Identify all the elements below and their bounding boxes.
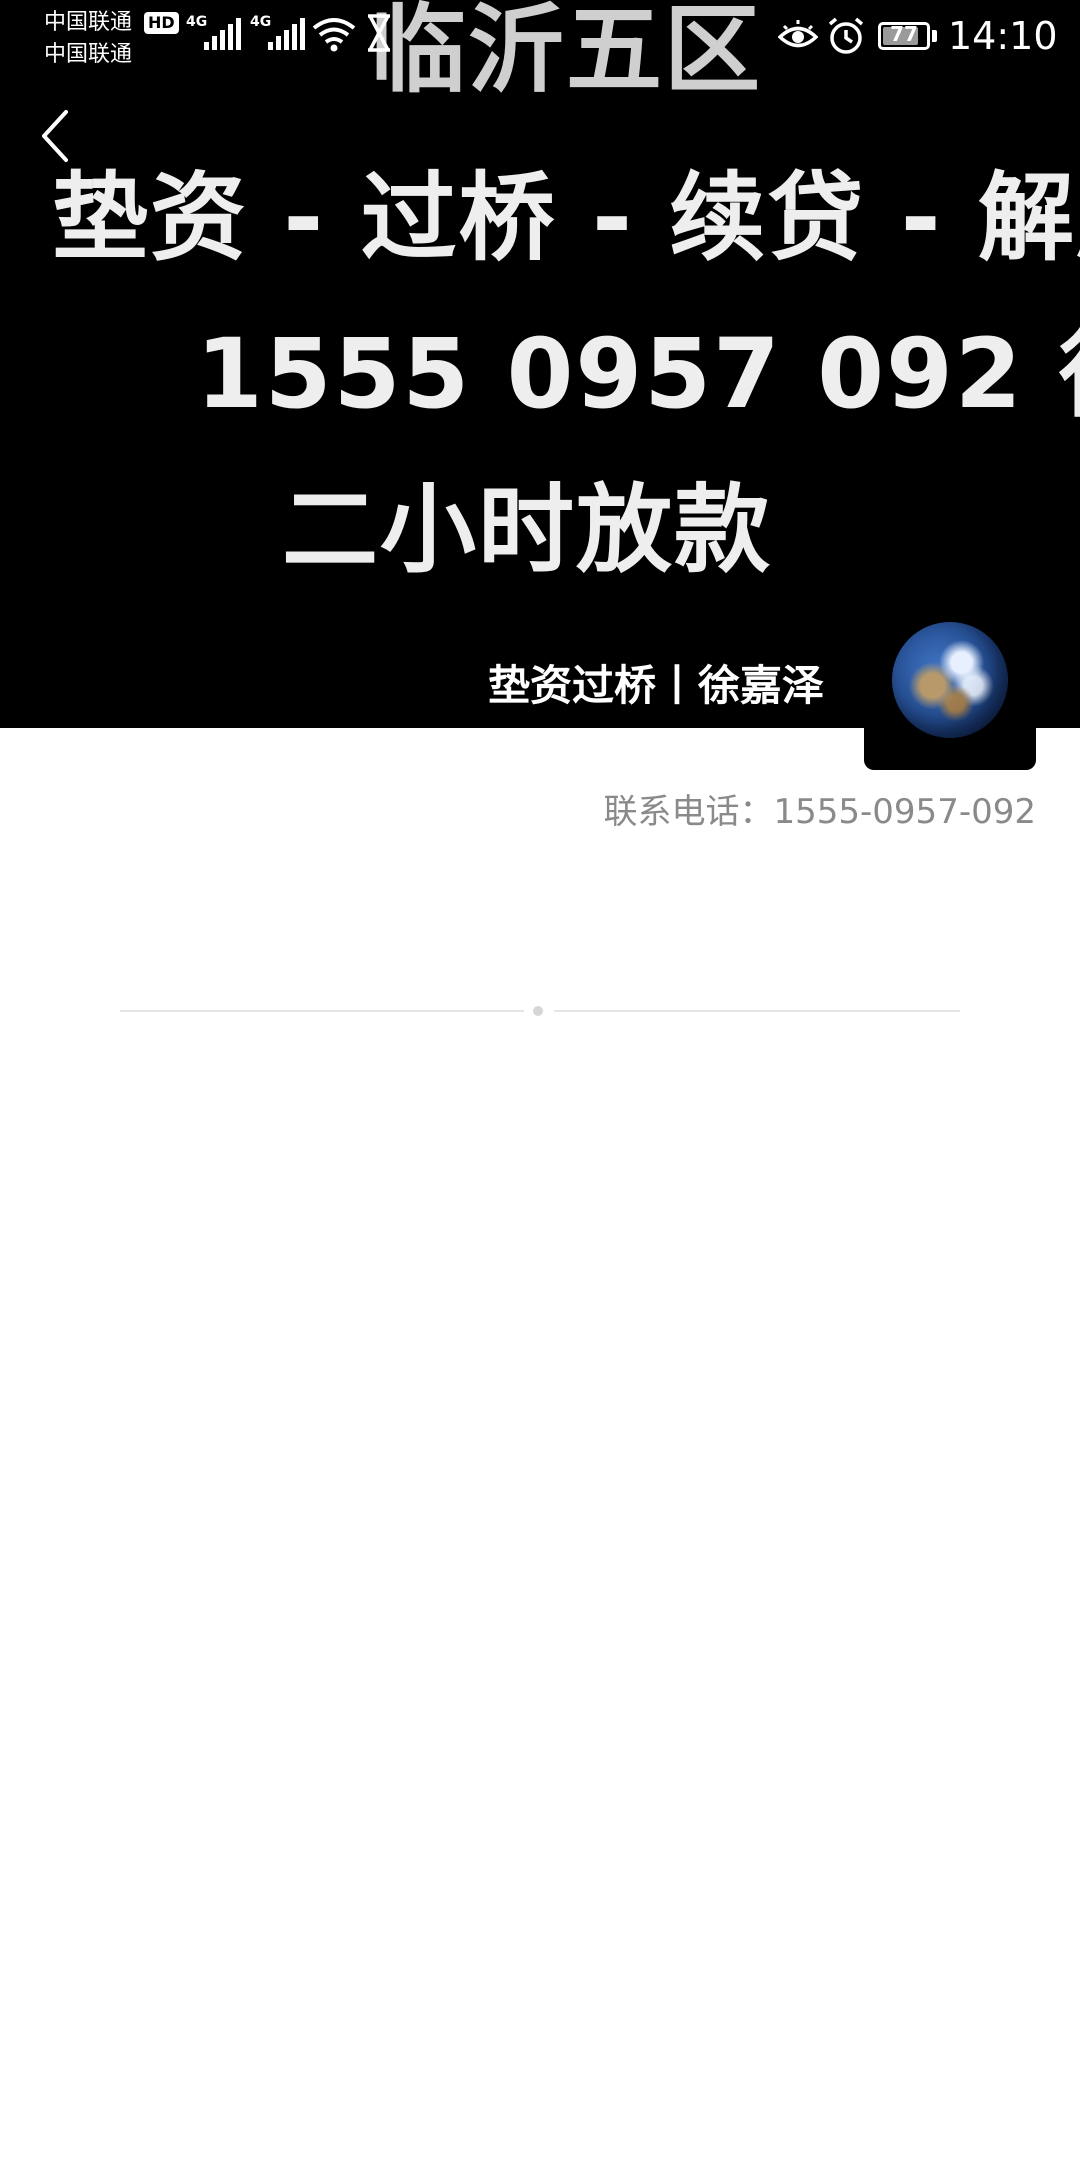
hourglass-icon: [368, 14, 390, 52]
battery-icon: 77: [878, 22, 930, 50]
eye-comfort-icon: [778, 20, 818, 48]
banner-phone-text: 1555 0957 092 徐: [196, 318, 1080, 430]
battery-level: 77: [890, 22, 918, 46]
contact-phone[interactable]: 联系电话：1555-0957-092: [604, 784, 1037, 833]
banner-caption: 垫资过桥丨徐嘉泽: [488, 661, 825, 710]
banner-services-text: 垫资 - 过桥 - 续贷 - 解压: [52, 162, 1080, 274]
banner-fast-loan-text: 二小时放款: [282, 474, 772, 586]
carrier-2-label: 中国联通: [44, 42, 133, 67]
wifi-icon: [312, 18, 356, 52]
carrier-1-label: 中国联通: [44, 10, 133, 35]
back-button[interactable]: [28, 104, 84, 168]
page: 临沂五区 垫资 - 过桥 - 续贷 - 解压 1555 0957 092 徐 二…: [0, 0, 1080, 2160]
hd-badge: HD: [144, 12, 179, 34]
earth-icon: [892, 622, 1008, 738]
avatar[interactable]: [864, 598, 1036, 770]
divider: [120, 1006, 960, 1016]
status-bar: 中国联通 HD 中国联通 4G 4G 77 14:10: [0, 0, 1080, 80]
alarm-icon: [828, 17, 864, 54]
chevron-left-icon: [42, 110, 68, 162]
divider-dot: [533, 1006, 543, 1016]
status-time: 14:10: [948, 14, 1058, 58]
